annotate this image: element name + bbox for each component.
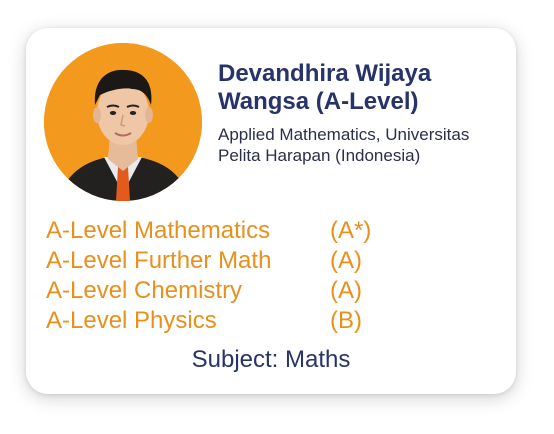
- results-list: A-Level Mathematics (A*) A-Level Further…: [46, 216, 486, 336]
- student-photo: [44, 43, 202, 201]
- result-grade: (A): [330, 247, 362, 274]
- result-subject: A-Level Chemistry: [46, 277, 243, 304]
- study-program: Applied Mathematics, Universitas Pelita …: [218, 125, 470, 165]
- student-name: Devandhira Wijaya Wangsa (A-Level): [218, 60, 432, 115]
- result-row: A-Level Mathematics (A*): [46, 216, 486, 246]
- result-row: A-Level Physics (B): [46, 306, 486, 336]
- student-portrait-icon: [44, 43, 202, 201]
- result-subject: A-Level Further Math: [46, 247, 272, 274]
- result-grade: (A*): [330, 217, 372, 244]
- result-grade: (A): [330, 277, 362, 304]
- result-row: A-Level Further Math (A): [46, 246, 486, 276]
- result-grade: (B): [330, 307, 362, 334]
- student-card: Devandhira Wijaya Wangsa (A-Level) Appli…: [26, 28, 516, 394]
- result-subject: A-Level Physics: [46, 307, 217, 334]
- subject-label: Subject: Maths: [191, 346, 351, 373]
- result-subject: A-Level Mathematics: [46, 217, 271, 244]
- result-row: A-Level Chemistry (A): [46, 276, 486, 306]
